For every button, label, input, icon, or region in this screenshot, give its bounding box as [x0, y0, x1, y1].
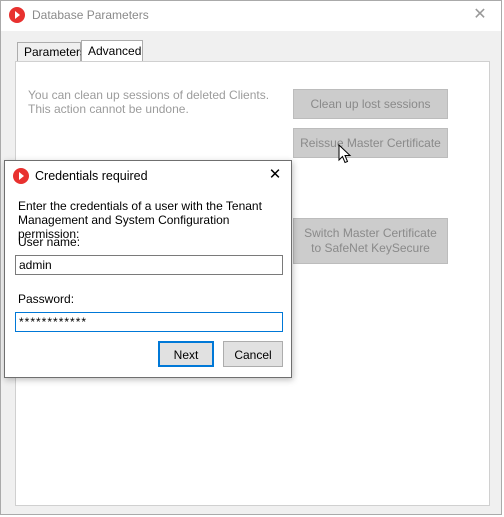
tab-parameters[interactable]: Parameters: [17, 42, 86, 61]
tab-advanced[interactable]: Advanced: [81, 40, 143, 62]
username-input[interactable]: [15, 255, 283, 275]
switch-certificate-button[interactable]: Switch Master Certificate to SafeNet Key…: [293, 218, 448, 264]
username-label: User name:: [18, 235, 81, 249]
mouse-cursor-icon: [338, 144, 352, 164]
window-title: Database Parameters: [32, 8, 149, 22]
cleanup-note: You can clean up sessions of deleted Cli…: [28, 88, 270, 116]
dialog-title: Credentials required: [35, 169, 148, 183]
window-titlebar: Database Parameters ✕: [1, 1, 501, 31]
dialog-close-button[interactable]: ✕: [267, 166, 283, 184]
dialog-logo-icon: [13, 168, 29, 184]
cleanup-sessions-button[interactable]: Clean up lost sessions: [293, 89, 448, 119]
window-close-button[interactable]: ✕: [467, 4, 493, 26]
password-label: Password:: [18, 292, 75, 306]
reissue-certificate-button[interactable]: Reissue Master Certificate: [293, 128, 448, 158]
next-button[interactable]: Next: [158, 341, 214, 367]
cancel-button[interactable]: Cancel: [223, 341, 283, 367]
app-logo-icon: [9, 7, 25, 23]
password-input[interactable]: [15, 312, 283, 332]
credentials-dialog: Credentials required ✕ Enter the credent…: [4, 160, 292, 378]
